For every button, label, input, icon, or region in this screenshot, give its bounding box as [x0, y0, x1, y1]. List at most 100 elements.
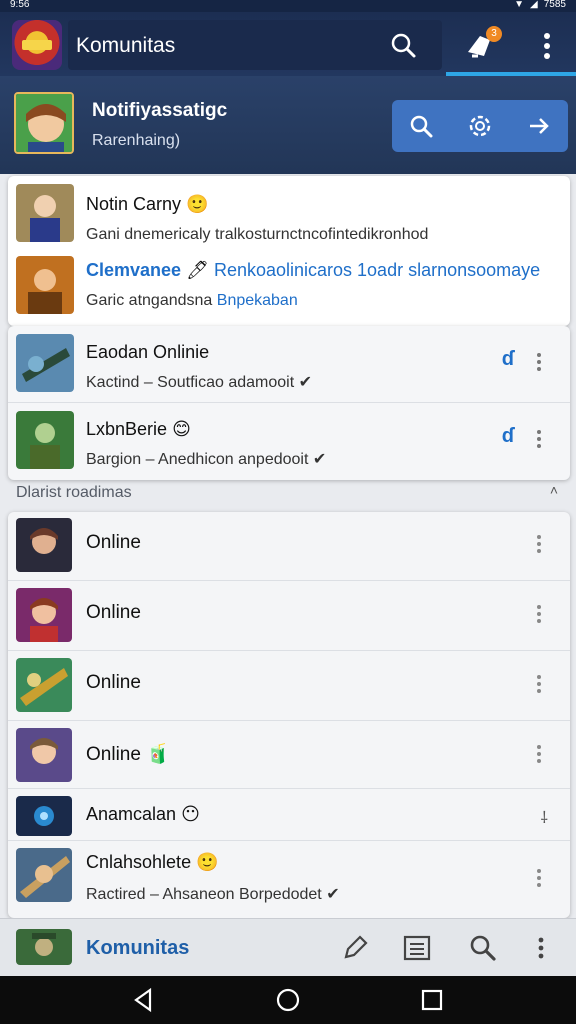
avatar: [16, 518, 72, 572]
notification-badge: 3: [486, 26, 502, 42]
list-item-name: Online: [86, 602, 141, 623]
divider: [8, 840, 570, 841]
list-item[interactable]: Online: [8, 582, 570, 652]
profile-settings-button[interactable]: [462, 108, 498, 144]
notification-title: Clemvanee 🖊 Renkoaolinicaros 1oadr slarn…: [86, 260, 541, 280]
list-icon[interactable]: [400, 931, 434, 965]
list-item-name: Online: [86, 672, 141, 693]
notification-title: Notin Carny 🙂: [86, 194, 209, 214]
face-emoji-icon: 😶: [181, 804, 200, 824]
list-item-name: Cnlahsohlete 🙂: [86, 852, 219, 872]
pencil-emoji-icon: 🖊: [186, 260, 209, 280]
bottom-tab-label[interactable]: Komunitas: [86, 937, 189, 960]
notifications-card: Notin Carny 🙂 Gani dnemericaly tralkostu…: [8, 176, 570, 326]
home-icon[interactable]: [274, 986, 302, 1014]
divider: [8, 580, 570, 581]
search-icon: [411, 115, 433, 138]
system-nav-bar: [0, 976, 576, 1024]
contact-name: Eaodan Onlinie: [86, 342, 210, 362]
app-title: Komunitas: [76, 34, 176, 57]
more-vert-icon[interactable]: [532, 350, 546, 374]
more-vert-icon[interactable]: [532, 602, 546, 626]
divider: [8, 720, 570, 721]
section-title: Dlarist roadimas: [16, 484, 132, 501]
verified-icon: ✔: [298, 374, 312, 391]
profile-search-button[interactable]: [403, 108, 439, 144]
more-vert-icon[interactable]: [532, 866, 546, 890]
app-logo[interactable]: [12, 20, 62, 70]
more-options-button[interactable]: [532, 26, 562, 66]
avatar: [16, 848, 72, 902]
edit-icon[interactable]: [338, 931, 372, 965]
verified-icon: ✔: [312, 451, 327, 468]
profile-actions: [392, 100, 568, 152]
contact-action-icon[interactable]: ɗ: [502, 348, 514, 371]
back-icon[interactable]: [130, 986, 158, 1014]
list-item-name: Online: [86, 532, 141, 553]
contact-name: LxbnBerie 😊: [86, 419, 191, 439]
avatar: [16, 728, 72, 782]
avatar: [16, 588, 72, 642]
status-time: 9:56: [10, 0, 30, 10]
more-vert-icon[interactable]: [532, 427, 546, 451]
more-vert-icon: [544, 33, 550, 59]
signal-icon: ◢: [530, 0, 538, 10]
notification-text: Gani dnemericaly tralkosturnctncofintedi…: [86, 226, 429, 243]
more-vert-icon[interactable]: [532, 532, 546, 556]
contacts-card: Eaodan Onlinie Kactind – Soutficao adamo…: [8, 326, 570, 480]
profile-forward-button[interactable]: [521, 108, 557, 144]
drink-emoji-icon: 🧃: [146, 744, 170, 765]
bottom-avatar[interactable]: [16, 929, 72, 965]
smile-emoji-icon: 🙂: [186, 194, 209, 214]
notification-item[interactable]: Clemvanee 🖊 Renkoaolinicaros 1oadr slarn…: [8, 248, 570, 324]
list-item[interactable]: Cnlahsohlete 🙂 Ractired – Ahsaneon Borpe…: [8, 842, 570, 916]
avatar: [16, 796, 72, 836]
notification-text: Garic atngandsna Bnpekaban: [86, 292, 298, 309]
profile-avatar[interactable]: [14, 92, 74, 154]
list-item[interactable]: Online: [8, 512, 570, 582]
divider: [8, 788, 570, 789]
list-item[interactable]: Online: [8, 652, 570, 722]
list-item[interactable]: Online 🧃: [8, 722, 570, 792]
smile-emoji-icon: 🙂: [196, 852, 219, 872]
contact-subtitle: Kactind – Soutficao adamooit ✔: [86, 374, 312, 391]
profile-status: Rarenhaing): [92, 132, 181, 149]
notification-text-link[interactable]: Bnpekaban: [217, 292, 298, 309]
app-bar: Komunitas 3: [0, 12, 576, 76]
avatar: [16, 256, 74, 314]
notification-link[interactable]: Renkoaolinicaros 1oadr slarnonsoomaye: [214, 260, 540, 280]
wifi-icon: ▼: [514, 0, 525, 10]
verified-icon: ✔: [326, 886, 340, 903]
notification-button[interactable]: 3: [462, 26, 502, 66]
contact-action-icon[interactable]: ɗ: [502, 425, 514, 448]
avatar: [16, 411, 74, 469]
more-vert-icon[interactable]: [532, 742, 546, 766]
arrow-right-icon: [529, 118, 549, 134]
divider: [8, 650, 570, 651]
avatar: [16, 334, 74, 392]
avatar: [16, 658, 72, 712]
recents-icon[interactable]: [418, 986, 446, 1014]
profile-header: Notifiyassatigc Rarenhaing): [0, 76, 576, 174]
more-vert-icon[interactable]: [532, 672, 546, 696]
app-title-bar[interactable]: Komunitas: [68, 20, 442, 70]
chevron-up-icon[interactable]: ˄: [550, 482, 558, 498]
notification-item[interactable]: Notin Carny 🙂 Gani dnemericaly tralkostu…: [8, 176, 570, 248]
contact-row[interactable]: LxbnBerie 😊 Bargion – Anedhicon anpedooi…: [8, 403, 570, 479]
settings-icon: [469, 115, 491, 137]
avatar: [16, 184, 74, 242]
list-item-subtitle: Ractired – Ahsaneon Borpedodet ✔: [86, 886, 340, 903]
contact-subtitle: Bargion – Anedhicon anpedooit ✔: [86, 451, 327, 468]
list-item-name: Online 🧃: [86, 744, 170, 765]
list-item-name: Anamcalan 😶: [86, 804, 200, 824]
list-item[interactable]: Anamcalan 😶 ⸸: [8, 790, 570, 842]
pin-icon[interactable]: ⸸: [540, 806, 548, 828]
smile-emoji-icon: 😊: [172, 419, 191, 439]
search-icon[interactable]: [466, 931, 500, 965]
profile-name: Notifiyassatigc: [92, 100, 228, 121]
status-bar: 9:56 ▼ ◢ 7585: [0, 0, 576, 12]
search-icon[interactable]: [388, 30, 418, 60]
battery-text: 7585: [543, 0, 566, 10]
contact-row[interactable]: Eaodan Onlinie Kactind – Soutficao adamo…: [8, 326, 570, 402]
more-vert-icon[interactable]: [524, 931, 558, 965]
